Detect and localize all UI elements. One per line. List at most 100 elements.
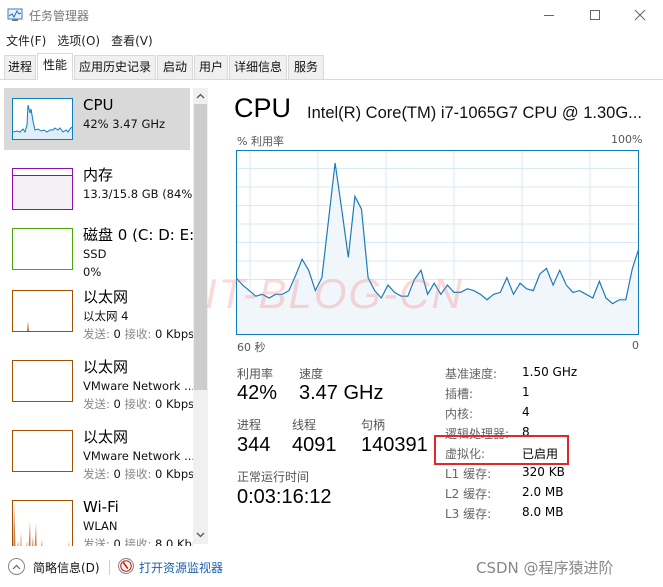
processes-value: 344 — [237, 434, 271, 456]
task-manager-icon — [7, 8, 23, 21]
virtualization-highlight-box — [434, 435, 569, 465]
l1-cache-value: 320 KB — [522, 465, 565, 479]
ethernet-thumbnail-graph — [12, 360, 73, 402]
sidebar-item-wifi[interactable]: Wi-Fi WLAN 发送: 0 接收: 8.0 Kbps — [4, 490, 193, 546]
tab-services[interactable]: 服务 — [288, 55, 324, 79]
tab-processes[interactable]: 进程 — [4, 55, 36, 79]
memory-thumbnail-graph — [12, 168, 73, 210]
sidebar-subtitle: SSD — [83, 247, 107, 261]
cores-value: 4 — [522, 405, 530, 419]
open-resource-monitor-link[interactable]: 打开资源监视器 — [139, 559, 223, 576]
ethernet-summary: 以太网 VMware Network ... 发送: 0 接收: 0 Kbps — [83, 357, 193, 413]
l2-cache-value: 2.0 MB — [522, 485, 564, 499]
maximize-button[interactable] — [572, 0, 618, 30]
tab-details[interactable]: 详细信息 — [229, 55, 287, 79]
sidebar-subtitle: VMware Network ... — [83, 449, 193, 463]
sidebar-title: 以太网 — [83, 428, 129, 446]
threads-value: 4091 — [292, 434, 337, 456]
sockets-label: 插槽: — [445, 387, 474, 401]
sidebar-subtitle-2: 0% — [83, 265, 102, 279]
menu-view[interactable]: 查看(V) — [111, 32, 153, 50]
menu-file[interactable]: 文件(F) — [6, 32, 46, 50]
sidebar-item-memory[interactable]: 内存 13.3/15.8 GB (84%) — [4, 158, 193, 220]
sidebar-item-vmware-network-1[interactable]: 以太网 VMware Network ... 发送: 0 接收: 0 Kbps — [4, 350, 193, 413]
threads-label: 线程 — [292, 418, 317, 432]
sidebar-scrollbar[interactable] — [193, 88, 208, 544]
chevron-up-icon — [12, 564, 21, 569]
sidebar-throughput: 发送: 0 接收: 8.0 Kbps — [83, 537, 193, 546]
ethernet-thumbnail-graph — [12, 290, 73, 332]
minimize-icon — [544, 15, 554, 16]
menu-options[interactable]: 选项(O) — [57, 32, 100, 50]
sidebar-item-cpu[interactable]: CPU 42% 3.47 GHz — [4, 88, 190, 150]
disk-summary: 磁盘 0 (C: D: E: SSD 0% — [83, 225, 193, 281]
ethernet-thumbnail-graph — [12, 430, 73, 472]
ethernet-summary: 以太网 以太网 4 发送: 0 接收: 0 Kbps — [83, 287, 193, 343]
chevron-down-icon — [196, 532, 205, 538]
sidebar-subtitle: WLAN — [83, 519, 118, 533]
disk-thumbnail-graph — [12, 228, 73, 270]
speed-label: 速度 — [299, 367, 324, 381]
scroll-up-button[interactable] — [193, 90, 208, 104]
wifi-summary: Wi-Fi WLAN 发送: 0 接收: 8.0 Kbps — [83, 497, 193, 546]
wifi-thumbnail-graph — [12, 500, 73, 546]
sidebar-throughput: 发送: 0 接收: 0 Kbps — [83, 467, 193, 481]
menu-bar: 文件(F) 选项(O) 查看(V) — [0, 32, 158, 50]
l3-cache-label: L3 缓存: — [445, 507, 492, 521]
sidebar-throughput: 发送: 0 接收: 0 Kbps — [83, 327, 193, 341]
ethernet-summary: 以太网 VMware Network ... 发送: 0 接收: 0 Kbps — [83, 427, 193, 483]
cores-label: 内核: — [445, 407, 474, 421]
sockets-value: 1 — [522, 385, 530, 399]
tab-performance[interactable]: 性能 — [37, 53, 73, 80]
scrollbar-thumb[interactable] — [194, 104, 207, 390]
l2-cache-label: L2 缓存: — [445, 487, 492, 501]
sidebar-item-disk[interactable]: 磁盘 0 (C: D: E: SSD 0% — [4, 218, 193, 281]
scroll-down-button[interactable] — [193, 529, 208, 543]
utilization-value: 42% — [237, 382, 278, 404]
cpu-model-name: Intel(R) Core(TM) i7-1065G7 CPU @ 1.30G.… — [307, 104, 642, 122]
tab-users[interactable]: 用户 — [194, 55, 228, 79]
csdn-credit: CSDN @程序猿进阶 — [476, 559, 614, 577]
close-button[interactable] — [617, 0, 663, 30]
window-title: 任务管理器 — [29, 9, 90, 23]
fewer-details-link[interactable]: 简略信息(D) — [33, 559, 100, 576]
tab-bar: 进程 性能 应用历史记录 启动 用户 详细信息 服务 — [0, 53, 663, 80]
utilization-axis-label: % 利用率 — [237, 135, 284, 148]
fewer-details-button[interactable] — [8, 558, 25, 575]
sidebar-title: 以太网 — [83, 288, 129, 306]
sidebar-subtitle: VMware Network ... — [83, 379, 193, 393]
page-title: CPU — [234, 93, 292, 123]
sidebar-subtitle: 13.3/15.8 GB (84%) — [83, 187, 193, 201]
uptime-value: 0:03:16:12 — [237, 486, 332, 508]
resource-monitor-icon — [118, 558, 134, 574]
speed-value: 3.47 GHz — [299, 382, 384, 404]
sidebar-item-vmware-network-2[interactable]: 以太网 VMware Network ... 发送: 0 接收: 0 Kbps — [4, 420, 193, 483]
sidebar-title: Wi-Fi — [83, 498, 119, 516]
uptime-label: 正常运行时间 — [237, 470, 310, 484]
sidebar-subtitle: 以太网 4 — [83, 309, 129, 323]
l1-cache-label: L1 缓存: — [445, 467, 492, 481]
sidebar-item-ethernet-4[interactable]: 以太网 以太网 4 发送: 0 接收: 0 Kbps — [4, 280, 193, 343]
base-speed-value: 1.50 GHz — [522, 365, 578, 379]
resource-sidebar: CPU 42% 3.47 GHz 内存 13.3/15.8 GB (84%) 磁… — [0, 86, 212, 546]
base-speed-label: 基准速度: — [445, 367, 498, 381]
sidebar-title: 以太网 — [83, 358, 129, 376]
handles-value: 140391 — [361, 434, 428, 456]
tab-app-history[interactable]: 应用历史记录 — [74, 55, 156, 79]
time-axis-end: 0 — [632, 339, 639, 352]
processes-label: 进程 — [237, 418, 262, 432]
chevron-up-icon — [196, 93, 205, 99]
utilization-max-label: 100% — [611, 133, 643, 146]
footer-divider — [109, 560, 110, 575]
cpu-summary: CPU 42% 3.47 GHz — [83, 95, 193, 133]
sidebar-subtitle: 42% 3.47 GHz — [83, 117, 166, 131]
minimize-button[interactable] — [526, 0, 572, 30]
close-icon — [634, 9, 646, 21]
utilization-label: 利用率 — [237, 367, 274, 381]
tab-startup[interactable]: 启动 — [157, 55, 193, 79]
maximize-icon — [590, 10, 600, 20]
sidebar-title: CPU — [83, 96, 114, 114]
cpu-thumbnail-graph — [12, 98, 73, 140]
handles-label: 句柄 — [361, 418, 386, 432]
sidebar-title: 内存 — [83, 166, 114, 184]
